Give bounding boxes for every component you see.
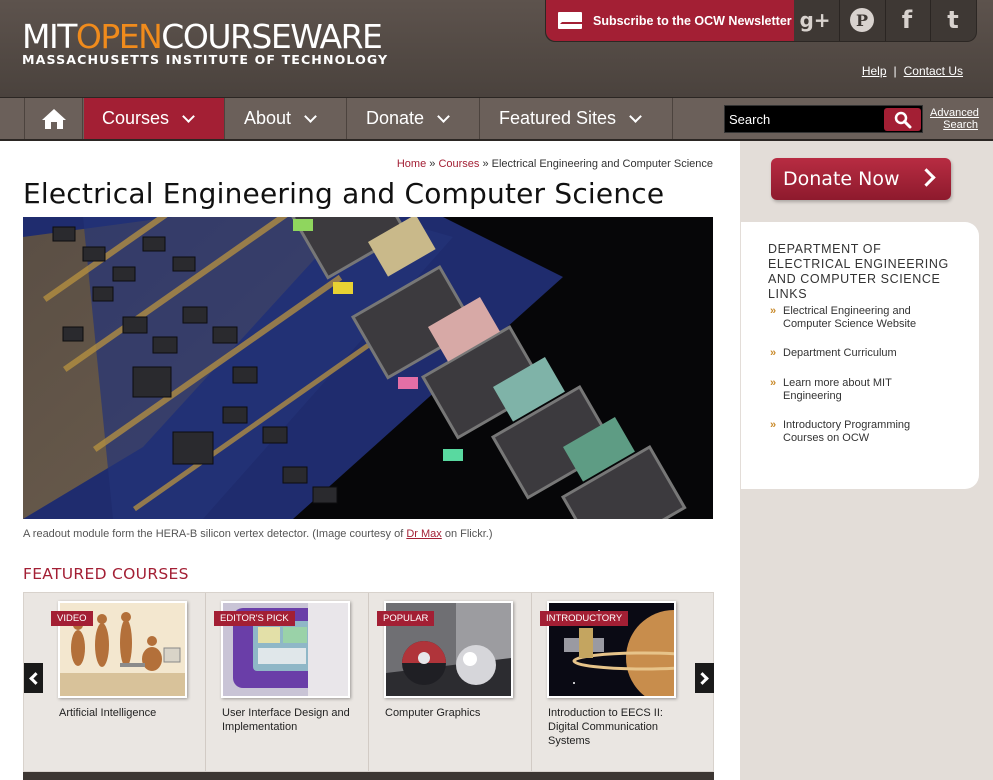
help-link[interactable]: Help [862, 64, 887, 78]
sidebar-link-label: Department Curriculum [783, 347, 897, 359]
sidebar-link-curriculum[interactable]: » Department Curriculum [770, 347, 940, 360]
logo-wordmark: MITOPENCOURSEWARE [22, 17, 383, 56]
newsletter-label: Subscribe to the OCW Newsletter [593, 13, 792, 28]
site-logo[interactable]: MITOPENCOURSEWARE MASSACHUSETTS INSTITUT… [22, 20, 388, 67]
page-title: Electrical Engineering and Computer Scie… [23, 177, 665, 210]
course-tag: INTRODUCTORY [540, 611, 629, 626]
department-links-title: DEPARTMENT OF ELECTRICAL ENGINEERING AND… [768, 242, 949, 301]
course-card-graphics[interactable]: POPULAR Computer Graphics [369, 593, 532, 771]
bullet-icon: » [770, 347, 777, 359]
carousel-prev-button[interactable] [24, 663, 43, 693]
caption-credit-link[interactable]: Dr Max [406, 528, 441, 540]
bullet-icon: » [770, 419, 777, 431]
link-separator: | [893, 64, 897, 78]
utility-links: Help | Contact Us [862, 64, 963, 78]
sidebar-link-label: Electrical Engineering and Computer Scie… [783, 305, 917, 330]
donate-now-button[interactable]: Donate Now [771, 158, 951, 200]
nav-donate[interactable]: Donate [347, 98, 480, 139]
sidebar-link-label: Introductory Programming Courses on OCW [783, 419, 911, 444]
course-card-ai[interactable]: VIDEO Artificial Intelligence [43, 593, 206, 771]
nav-featured-sites[interactable]: Featured Sites [480, 98, 673, 139]
bullet-icon: » [770, 305, 777, 317]
main-nav: Courses About Donate Featured Sites Adva… [0, 97, 993, 141]
divider [839, 0, 840, 41]
course-title[interactable]: Computer Graphics [385, 706, 525, 720]
chevron-right-icon [696, 671, 709, 685]
search-box [724, 105, 923, 133]
donate-now-label: Donate Now [783, 168, 900, 190]
chevron-left-icon [29, 671, 42, 685]
mail-icon [558, 12, 582, 29]
google-plus-icon[interactable]: g+ [799, 5, 830, 35]
chevron-right-icon [917, 168, 936, 187]
search-icon [894, 111, 911, 128]
course-card-eecs[interactable]: INTRODUCTORY Introduction to EECS II: Di… [532, 593, 695, 771]
breadcrumb-home[interactable]: Home [397, 158, 426, 170]
site-header: MITOPENCOURSEWARE MASSACHUSETTS INSTITUT… [0, 0, 993, 97]
course-tag: EDITOR'S PICK [214, 611, 295, 626]
course-title[interactable]: Artificial Intelligence [59, 706, 199, 720]
advanced-search-link[interactable]: Advanced Search [930, 107, 979, 131]
nav-about[interactable]: About [225, 98, 347, 139]
breadcrumb-separator: » [482, 158, 489, 170]
pinterest-icon[interactable]: P [847, 5, 877, 35]
twitter-icon[interactable]: t [938, 5, 968, 35]
featured-courses-carousel: VIDEO Artificial Intelligence EDITOR'S P… [23, 592, 714, 772]
social-bar: Subscribe to the OCW Newsletter g+ P f t [545, 0, 977, 42]
nav-courses[interactable]: Courses [84, 98, 225, 139]
breadcrumb: Home » Courses » Electrical Engineering … [23, 158, 713, 170]
chevron-down-icon [304, 109, 317, 123]
logo-subtitle: MASSACHUSETTS INSTITUTE OF TECHNOLOGY [22, 52, 389, 67]
nav-courses-label: Courses [102, 108, 170, 128]
nav-about-label: About [244, 108, 292, 128]
home-icon [41, 108, 66, 129]
chevron-down-icon [437, 109, 450, 123]
nav-featured-sites-label: Featured Sites [499, 108, 617, 128]
department-links-box: DEPARTMENT OF ELECTRICAL ENGINEERING AND… [741, 222, 979, 489]
carousel-next-button[interactable] [695, 663, 714, 693]
caption-text-end: on Flickr.) [441, 528, 493, 540]
search-button[interactable] [884, 108, 921, 131]
course-title[interactable]: User Interface Design and Implementation [222, 706, 362, 734]
contact-us-link[interactable]: Contact Us [904, 64, 963, 78]
hero-image [23, 217, 713, 519]
course-title[interactable]: Introduction to EECS II: Digital Communi… [548, 706, 688, 748]
featured-courses-heading: FEATURED COURSES [23, 565, 189, 583]
sidebar-link-eecs-website[interactable]: » Electrical Engineering and Computer Sc… [770, 305, 940, 331]
content-footer-bar [23, 772, 714, 780]
sidebar-link-intro-programming[interactable]: » Introductory Programming Courses on OC… [770, 419, 940, 445]
breadcrumb-courses[interactable]: Courses [438, 158, 479, 170]
image-caption: A readout module form the HERA-B silicon… [23, 528, 493, 540]
search-input[interactable] [725, 106, 875, 132]
nav-donate-label: Donate [366, 108, 425, 128]
facebook-icon[interactable]: f [892, 5, 922, 35]
pinterest-letter: P [856, 11, 868, 30]
course-tag: VIDEO [51, 611, 93, 626]
sidebar-link-mit-engineering[interactable]: » Learn more about MIT Engineering [770, 377, 940, 403]
chevron-down-icon [629, 109, 642, 123]
newsletter-subscribe-button[interactable]: Subscribe to the OCW Newsletter [546, 0, 794, 41]
course-tag: POPULAR [377, 611, 435, 626]
bullet-icon: » [770, 377, 777, 389]
chevron-down-icon [182, 109, 195, 123]
sidebar-link-label: Learn more about MIT Engineering [783, 377, 892, 402]
divider [930, 0, 931, 41]
divider [885, 0, 886, 41]
nav-home[interactable] [24, 98, 83, 139]
caption-text: A readout module form the HERA-B silicon… [23, 528, 407, 540]
breadcrumb-separator: » [429, 158, 436, 170]
breadcrumb-current: Electrical Engineering and Computer Scie… [491, 158, 713, 170]
course-card-ui-design[interactable]: EDITOR'S PICK User Interface Design and … [206, 593, 369, 771]
